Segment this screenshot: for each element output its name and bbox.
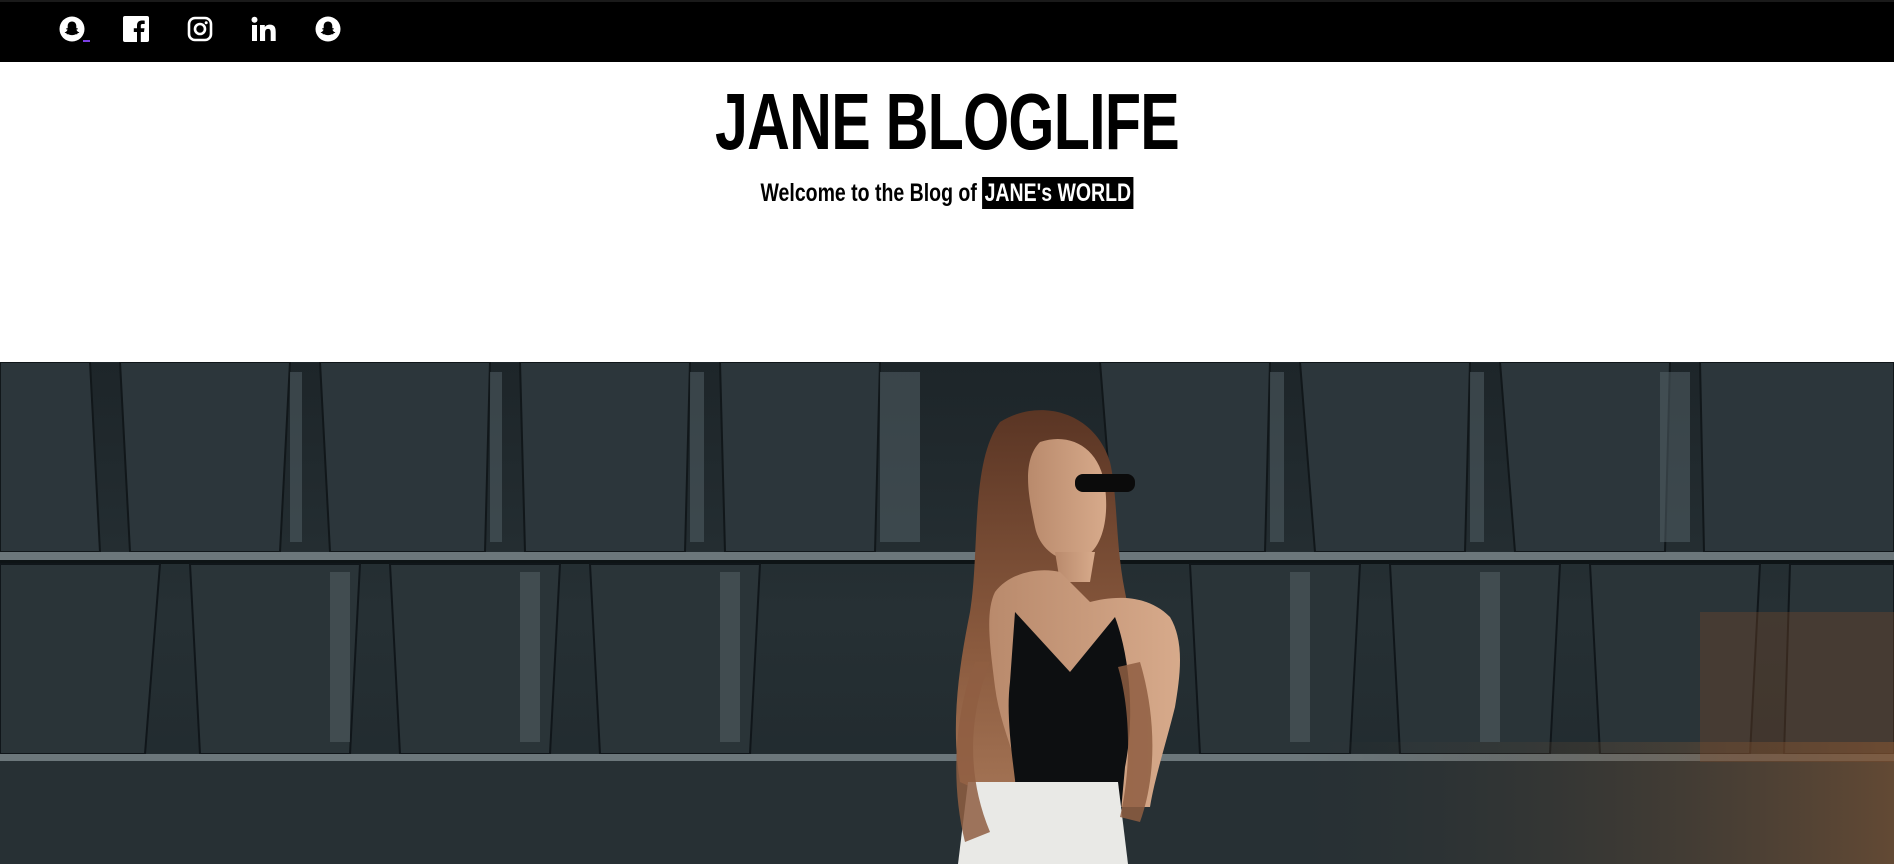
- instagram-link[interactable]: [185, 14, 215, 44]
- linkedin-link[interactable]: [249, 14, 279, 44]
- tagline-text: Welcome to the Blog of: [760, 179, 983, 207]
- social-links: [57, 14, 377, 44]
- snapchat-icon: [315, 16, 341, 42]
- site-tagline: Welcome to the Blog of JANE's WORLD: [208, 174, 1685, 212]
- site-title[interactable]: JANE BLOGLIFE: [246, 72, 1648, 172]
- site-header: JANE BLOGLIFE Welcome to the Blog of JAN…: [0, 62, 1894, 362]
- hero-image: [0, 362, 1894, 864]
- facebook-icon: [123, 16, 149, 42]
- snapchat-icon: [59, 16, 85, 42]
- hero-photo: [0, 362, 1894, 864]
- instagram-icon: [187, 16, 213, 42]
- snapchat-link[interactable]: [57, 14, 90, 44]
- tagline-highlight: JANE's WORLD: [982, 177, 1134, 209]
- linkedin-icon: [251, 16, 276, 41]
- snapchat-link-2[interactable]: [313, 14, 343, 44]
- facebook-link[interactable]: [121, 14, 151, 44]
- top-bar: [0, 0, 1894, 62]
